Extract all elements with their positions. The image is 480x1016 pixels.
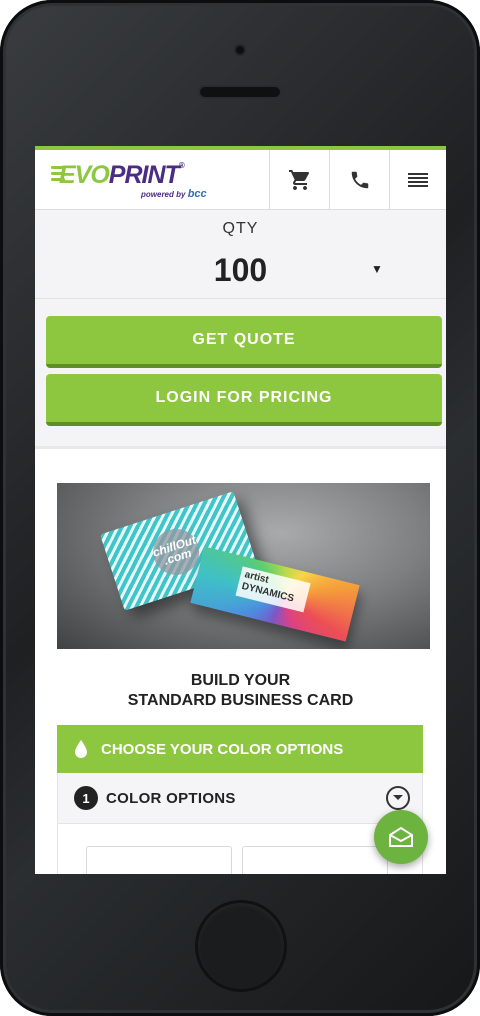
logo-tagline: powered by bcc bbox=[141, 188, 207, 200]
get-quote-button[interactable]: GET QUOTE bbox=[46, 316, 442, 368]
card-brand-label: artist DYNAMICS bbox=[235, 566, 311, 613]
top-navigation-bar: EVOPRINT® powered by bcc bbox=[35, 146, 446, 210]
phone-icon bbox=[351, 171, 368, 189]
envelope-icon bbox=[389, 826, 413, 847]
qty-label: QTY bbox=[222, 220, 259, 237]
title-line-1: BUILD YOUR bbox=[190, 672, 291, 689]
front-camera bbox=[236, 46, 244, 54]
phone-frame: EVOPRINT® powered by bcc QTY 100 ▼ GET Q… bbox=[0, 0, 480, 1016]
step-number-badge: 1 bbox=[74, 786, 98, 810]
color-options-panel bbox=[57, 823, 423, 874]
cart-icon bbox=[288, 170, 309, 190]
sample-card-geometric: artist DYNAMICS bbox=[190, 546, 360, 642]
ink-drop-icon bbox=[73, 739, 89, 759]
business-card-hero-image: chillOut .com artist DYNAMICS bbox=[57, 483, 430, 649]
logo-wordmark: EVOPRINT® bbox=[59, 161, 185, 189]
call-button[interactable] bbox=[329, 150, 389, 210]
cart-button[interactable] bbox=[269, 150, 329, 210]
quantity-select[interactable]: 100 ▼ bbox=[45, 246, 436, 296]
color-options-header: CHOOSE YOUR COLOR OPTIONS bbox=[57, 725, 423, 773]
home-button[interactable] bbox=[198, 903, 284, 989]
color-options-accordion[interactable]: 1 COLOR OPTIONS bbox=[57, 773, 423, 823]
color-option-card[interactable] bbox=[86, 846, 232, 874]
color-option-card[interactable] bbox=[242, 846, 388, 874]
chevron-down-icon[interactable] bbox=[386, 786, 410, 810]
title-line-2: STANDARD BUSINESS CARD bbox=[127, 692, 354, 709]
card-logo-badge: chillOut .com bbox=[147, 522, 206, 581]
color-options-label: COLOR OPTIONS bbox=[106, 789, 236, 807]
color-options-header-label: CHOOSE YOUR COLOR OPTIONS bbox=[101, 740, 344, 758]
hamburger-menu-icon bbox=[408, 173, 428, 187]
contact-button[interactable] bbox=[374, 810, 428, 864]
page-title: BUILD YOUR STANDARD BUSINESS CARD bbox=[35, 671, 446, 711]
earpiece-speaker bbox=[200, 87, 280, 97]
screen: EVOPRINT® powered by bcc QTY 100 ▼ GET Q… bbox=[35, 146, 446, 874]
evoprint-logo[interactable]: EVOPRINT® powered by bcc bbox=[51, 160, 207, 204]
login-for-pricing-button[interactable]: LOGIN FOR PRICING bbox=[46, 374, 442, 426]
dropdown-arrow-icon: ▼ bbox=[371, 262, 383, 276]
product-builder: chillOut .com artist DYNAMICS BUILD YOUR… bbox=[35, 449, 446, 874]
divider bbox=[35, 298, 446, 299]
menu-button[interactable] bbox=[389, 150, 446, 210]
